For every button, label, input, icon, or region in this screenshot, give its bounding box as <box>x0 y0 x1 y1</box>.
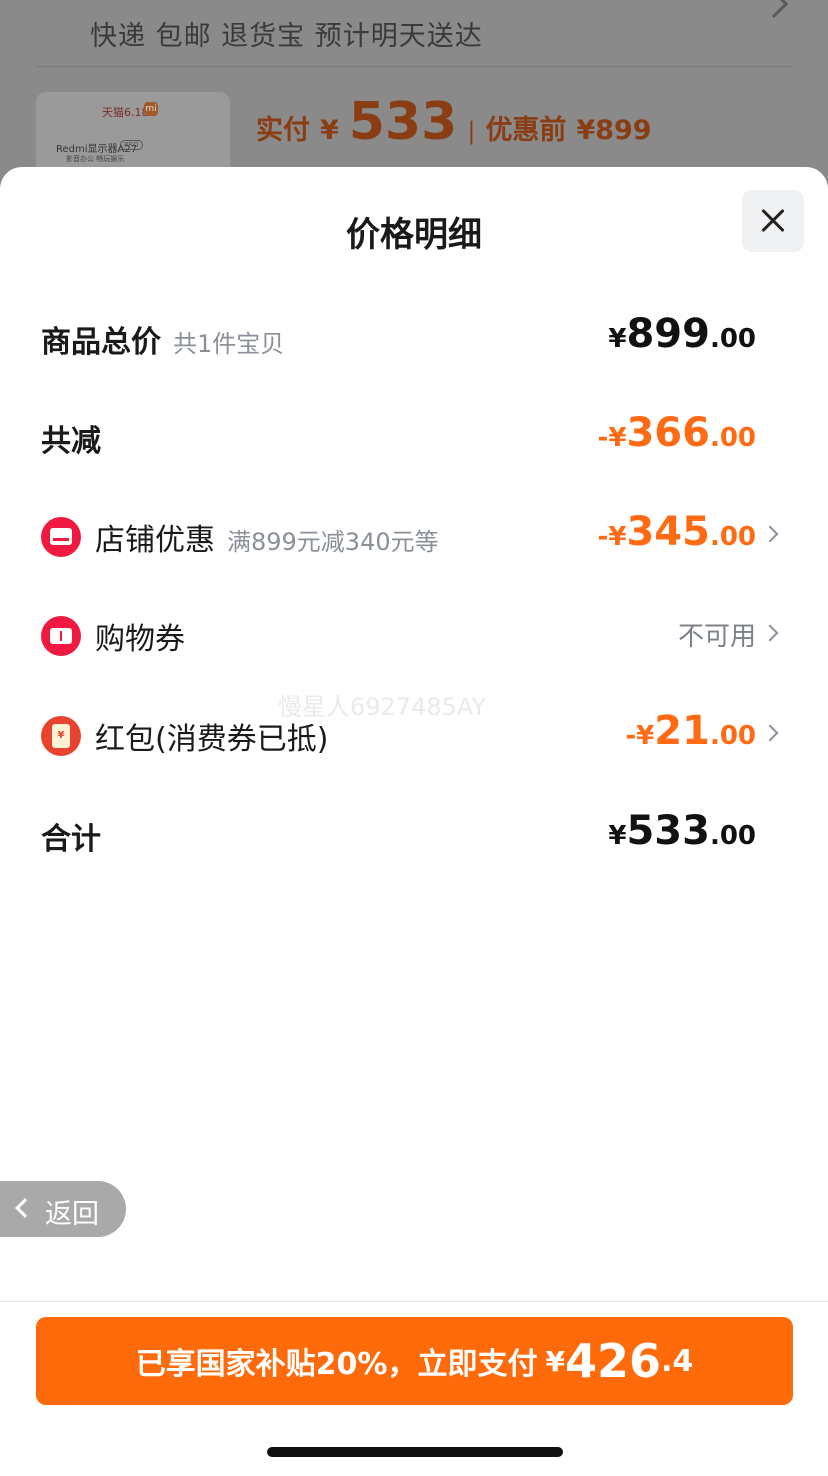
currency-symbol: ¥ <box>608 324 627 354</box>
coupon-status: 不可用 <box>677 622 756 652</box>
actual-pay-currency: ¥ <box>320 115 339 146</box>
row-store-discount[interactable]: 店铺优惠 满899元减340元等 -¥345.00 <box>0 501 828 571</box>
currency-symbol: -¥ <box>597 423 627 453</box>
actual-pay-amount: 533 <box>348 92 458 152</box>
back-button[interactable]: 返回 <box>0 1181 126 1237</box>
amount-integer: 345 <box>626 509 710 555</box>
red-packet-icon: ¥ <box>41 716 81 756</box>
back-label: 返回 <box>45 1199 99 1230</box>
before-discount-amount: ¥899 <box>576 115 652 146</box>
chevron-right-icon <box>761 525 779 543</box>
chevron-right-icon <box>759 0 789 19</box>
coupon-label: 购物券 <box>95 622 185 657</box>
total-price-amount: ¥899.00 <box>608 311 756 357</box>
footer-divider <box>0 1301 828 1302</box>
home-indicator <box>267 1447 563 1457</box>
sum-amount: ¥533.00 <box>608 808 756 854</box>
pay-amount-integer: 426 <box>564 1334 662 1388</box>
total-reduction-amount: -¥366.00 <box>598 410 756 456</box>
total-price-label: 商品总价 共1件宝贝 <box>41 317 284 361</box>
pay-currency: ¥ <box>545 1344 565 1378</box>
price-detail-sheet: 价格明细 商品总价 共1件宝贝 ¥899.00 共减 -¥366.00 店铺优惠满… <box>0 167 828 1476</box>
amount-integer: 21 <box>654 708 710 754</box>
shipping-info: 快递 包邮 退货宝 预计明天送达 <box>90 21 483 52</box>
product-thumbnail: 天猫6.18 mi Redmi显示器A27 PRO 影音办公 畅玩娱乐 <box>36 92 230 178</box>
sum-label: 合计 <box>41 822 101 857</box>
amount-integer: 366 <box>626 410 710 456</box>
ticket-icon-shape <box>50 628 72 644</box>
item-count: 共1件宝贝 <box>173 330 285 358</box>
watermark: 慢星人6927485AY <box>278 693 487 721</box>
store-discount-label: 店铺优惠 满899元减340元等 <box>95 515 439 559</box>
row-total-reduction: 共减 -¥366.00 <box>0 402 828 472</box>
row-shopping-coupon[interactable]: 购物券 不可用 <box>0 600 828 670</box>
mi-logo-icon: mi <box>144 102 158 116</box>
product-subtitle: 影音办公 畅玩娱乐 <box>66 155 125 163</box>
store-discount-rule: 满899元减340元等 <box>227 528 439 556</box>
currency-symbol: -¥ <box>625 721 655 751</box>
total-reduction-label: 共减 <box>41 424 101 459</box>
currency-symbol: ¥ <box>608 821 627 851</box>
amount-decimal: .00 <box>709 721 756 751</box>
chevron-left-icon <box>15 1198 35 1218</box>
product-tag: PRO <box>120 140 143 150</box>
ticket-icon <box>41 616 81 656</box>
pay-amount-decimal: .4 <box>661 1343 694 1379</box>
sheet-title: 价格明细 <box>346 215 482 255</box>
pay-now-button[interactable]: 已享国家补贴20%，立即支付 ¥ 426 .4 <box>36 1317 793 1405</box>
row-sum: 合计 ¥533.00 <box>0 800 828 870</box>
store-discount-label-text: 店铺优惠 <box>95 523 215 558</box>
store-discount-amount: -¥345.00 <box>598 509 756 555</box>
store-logo: 天猫6.18 <box>102 106 149 119</box>
divider <box>36 66 792 67</box>
store-icon <box>41 517 81 557</box>
actual-pay-label: 实付 <box>256 115 310 146</box>
amount-decimal: .00 <box>709 522 756 552</box>
row-total-price: 商品总价 共1件宝贝 ¥899.00 <box>0 303 828 373</box>
before-discount-label: 优惠前 <box>485 115 567 146</box>
chevron-right-icon <box>761 724 779 742</box>
actual-pay-summary: 实付 ¥ 533 | 优惠前 ¥899 <box>256 92 652 152</box>
total-price-label-text: 商品总价 <box>41 325 161 360</box>
close-button[interactable] <box>742 190 804 252</box>
price-separator: | <box>467 117 476 145</box>
pay-button-text: 已享国家补贴20%，立即支付 <box>135 1347 538 1382</box>
red-packet-amount: -¥21.00 <box>625 708 756 754</box>
store-icon-shape <box>50 528 72 545</box>
amount-integer: 899 <box>626 311 710 357</box>
amount-decimal: .00 <box>709 423 756 453</box>
currency-symbol: -¥ <box>597 522 627 552</box>
red-packet-icon-shape: ¥ <box>52 724 70 748</box>
amount-decimal: .00 <box>709 821 756 851</box>
amount-decimal: .00 <box>709 324 756 354</box>
chevron-right-icon <box>761 624 779 642</box>
amount-integer: 533 <box>626 808 710 854</box>
